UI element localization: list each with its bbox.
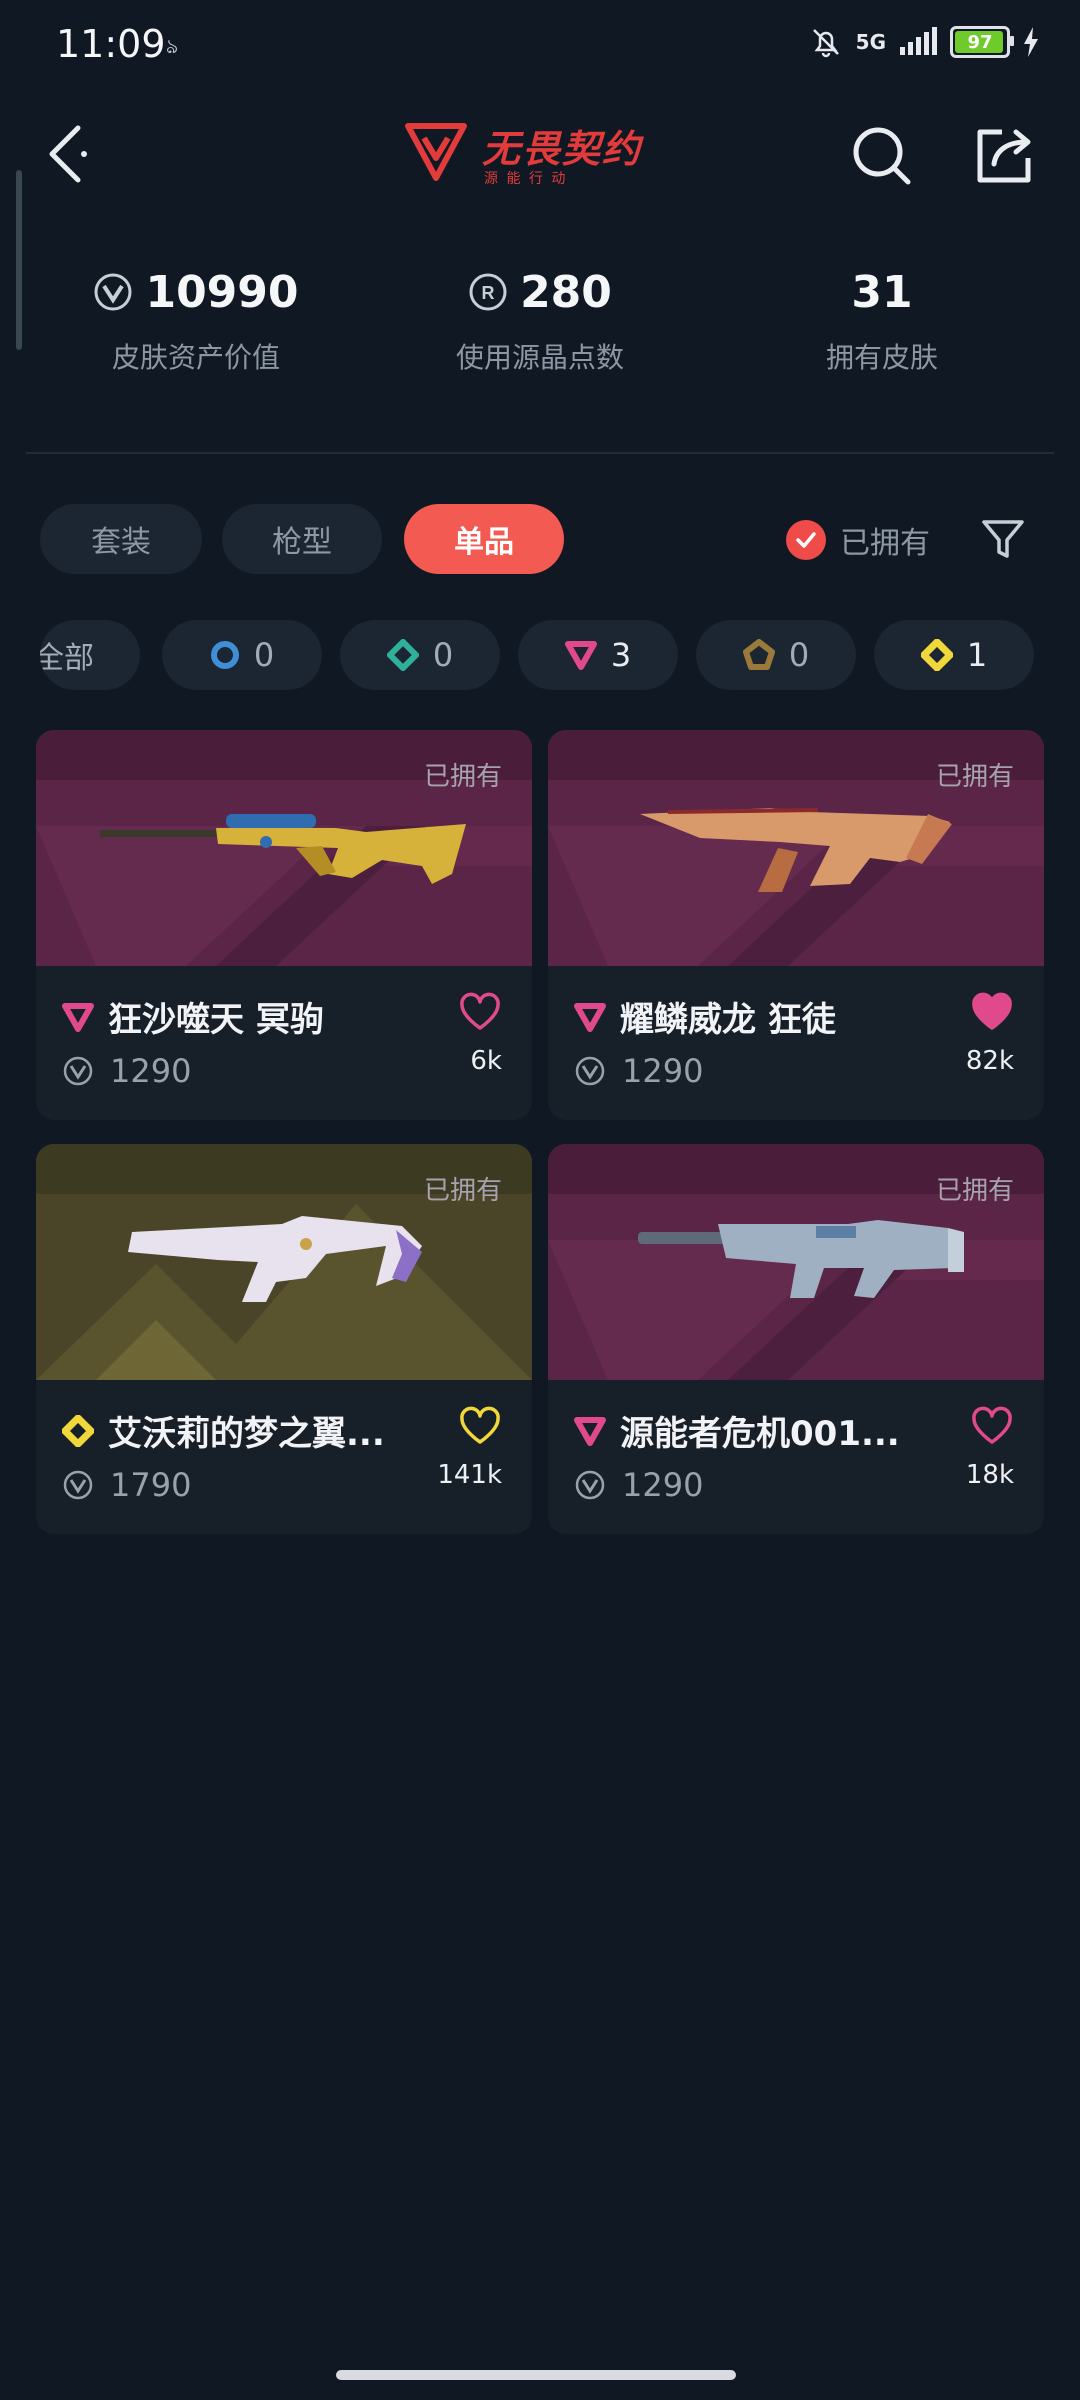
rarity-chip-premium[interactable]: 3 (518, 620, 678, 690)
owned-label: 已拥有 (423, 762, 502, 792)
rarity-chip-select[interactable]: 0 (162, 620, 322, 690)
tab-bundles[interactable]: 套装 (40, 504, 202, 574)
battery-level: 97 (967, 31, 993, 53)
skin-name: 狂沙噬天 冥驹 (108, 1000, 324, 1040)
rarity-chip-exclusive[interactable]: 1 (874, 620, 1034, 690)
deluxe-tier-icon (386, 639, 419, 671)
stat-value: 280 (520, 266, 612, 318)
tab-weapon-type[interactable]: 枪型 (222, 504, 382, 574)
stat-label: 皮肤资产价值 (111, 341, 280, 374)
vp-coin-icon (575, 1056, 605, 1086)
skin-price: 1790 (110, 1466, 192, 1504)
filter-icon[interactable] (978, 514, 1028, 564)
vp-coin-icon (94, 273, 132, 311)
chip-count: 0 (253, 636, 275, 674)
ultra-tier-icon (742, 639, 775, 670)
skin-name: 耀鳞威龙 狂徒 (620, 1000, 836, 1040)
svg-text:R: R (482, 283, 495, 303)
premium-tier-icon (62, 1002, 94, 1032)
skin-card[interactable]: 已拥有 源能者危机001... 1290 18k (548, 1144, 1044, 1534)
select-tier-icon (210, 641, 239, 669)
premium-tier-icon (574, 1002, 606, 1032)
scroll-indicator[interactable] (16, 170, 22, 350)
chip-count: 0 (788, 636, 810, 674)
stat-asset-value: 10990 皮肤资产价值 (36, 262, 356, 376)
heart-outline-icon[interactable] (458, 992, 502, 1032)
vp-coin-icon (63, 1056, 93, 1086)
exclusive-tier-icon (62, 1414, 94, 1447)
stat-owned-skins: 31 拥有皮肤 (722, 262, 1042, 376)
signal-icon (900, 27, 937, 55)
logo-subtitle: 源 能 行 动 (484, 171, 568, 187)
chip-count: 0 (432, 636, 454, 674)
notification-icon: ঌ (166, 34, 179, 58)
heart-outline-icon[interactable] (970, 1406, 1014, 1446)
logo-title: 无畏契约 (482, 127, 643, 171)
back-icon[interactable] (40, 118, 100, 190)
vp-coin-icon (575, 1470, 605, 1500)
stat-value: 10990 (145, 266, 299, 318)
exclusive-tier-icon (920, 639, 953, 671)
home-indicator[interactable] (336, 2370, 736, 2380)
chip-count: 1 (966, 636, 988, 674)
skin-name: 艾沃莉的梦之翼... (108, 1414, 385, 1454)
stat-label: 使用源晶点数 (455, 341, 624, 374)
skin-card[interactable]: 已拥有 狂沙噬天 冥驹 1290 6k (36, 730, 532, 1120)
rarity-chip-ultra[interactable]: 0 (696, 620, 856, 690)
rarity-chip-deluxe[interactable]: 0 (340, 620, 500, 690)
game-logo: 无畏契约 源 能 行 动 (400, 118, 680, 190)
battery-icon: 97 (950, 26, 1014, 58)
share-icon[interactable] (972, 122, 1038, 188)
owned-label: 已拥有 (935, 1176, 1014, 1206)
owned-filter-toggle[interactable]: 已拥有 (786, 512, 930, 568)
status-time: 11:09 (56, 22, 166, 66)
owned-filter-label: 已拥有 (840, 526, 930, 561)
charging-icon (1024, 27, 1038, 57)
checkbox-checked-icon[interactable] (786, 520, 826, 560)
search-icon[interactable] (848, 122, 914, 188)
chip-label: 全部 (40, 641, 94, 676)
tab-single-items[interactable]: 单品 (404, 504, 564, 574)
rarity-chip-all[interactable]: 全部 (40, 620, 140, 690)
skin-price: 1290 (622, 1466, 704, 1504)
skin-price: 1290 (110, 1052, 192, 1090)
heart-filled-icon[interactable] (970, 992, 1014, 1032)
owned-label: 已拥有 (423, 1176, 502, 1206)
status-bar: 11:09 ঌ 5G 97 (0, 0, 1080, 90)
stat-radianite: R 280 使用源晶点数 (380, 262, 700, 376)
like-count: 6k (470, 1046, 502, 1076)
status-right: 5G 97 (808, 24, 1040, 60)
owned-label: 已拥有 (935, 762, 1014, 792)
vp-coin-icon (63, 1470, 93, 1500)
stat-label: 拥有皮肤 (825, 341, 938, 374)
skin-card[interactable]: 已拥有 艾沃莉的梦之翼... 1790 141k (36, 1144, 532, 1534)
skin-card[interactable]: 已拥有 耀鳞威龙 狂徒 1290 82k (548, 730, 1044, 1120)
skin-price: 1290 (622, 1052, 704, 1090)
premium-tier-icon (574, 1416, 606, 1446)
network-type: 5G (855, 30, 886, 54)
like-count: 18k (965, 1460, 1014, 1490)
divider (26, 452, 1054, 454)
heart-outline-icon[interactable] (458, 1406, 502, 1446)
stat-value: 31 (851, 266, 913, 318)
like-count: 82k (965, 1046, 1014, 1076)
like-count: 141k (437, 1460, 502, 1490)
radianite-icon: R (469, 273, 507, 311)
skin-name: 源能者危机001... (620, 1414, 900, 1454)
chip-count: 3 (610, 636, 632, 674)
premium-tier-icon (564, 641, 597, 670)
mute-bell-icon (812, 29, 839, 58)
